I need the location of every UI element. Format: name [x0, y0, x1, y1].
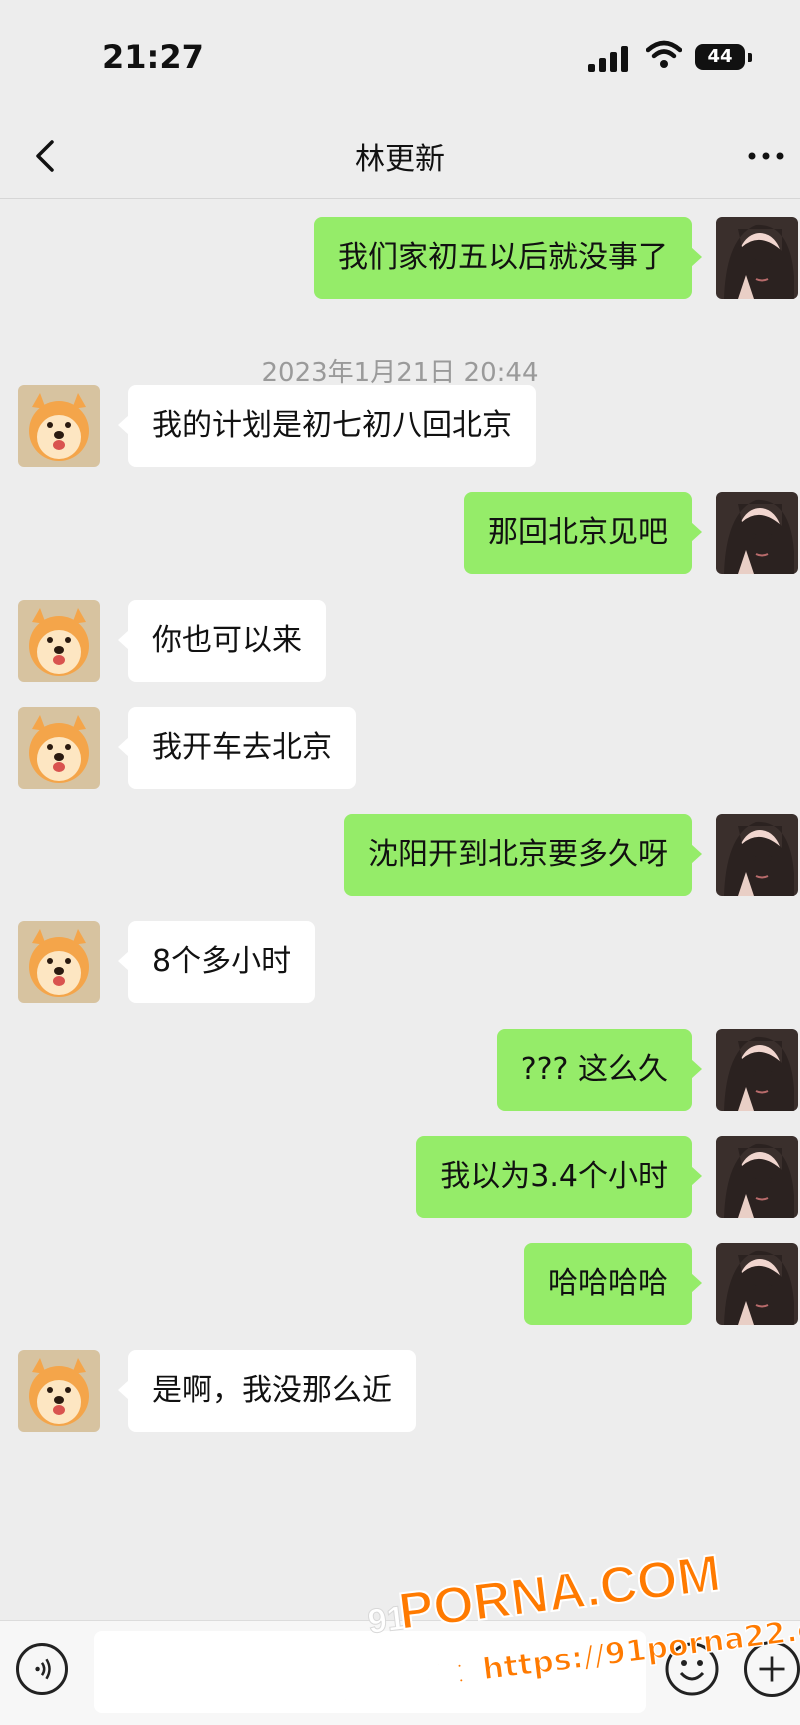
cellular-signal-icon [588, 46, 632, 72]
wifi-icon [646, 40, 682, 68]
contact-avatar[interactable] [18, 1350, 100, 1432]
my-avatar[interactable] [716, 492, 798, 574]
message-bubble[interactable]: 我以为3.4个小时 [416, 1136, 702, 1218]
status-bar: 21:27 44 [0, 0, 800, 120]
my-avatar[interactable] [716, 814, 798, 896]
message-bubble[interactable]: 我的计划是初七初八回北京 [118, 385, 536, 467]
message-bubble[interactable]: 你也可以来 [118, 600, 326, 682]
message-bubble[interactable]: 我开车去北京 [118, 707, 356, 789]
message-list[interactable]: 2023年1月21日 20:44 我们家初五以后就没事了我的计划是初七初八回北京… [0, 199, 800, 1619]
contact-avatar[interactable] [18, 600, 100, 682]
chat-header: 林更新 [0, 120, 800, 199]
my-avatar[interactable] [716, 1243, 798, 1325]
contact-avatar[interactable] [18, 921, 100, 1003]
plus-icon[interactable] [744, 1641, 800, 1697]
message-bubble[interactable]: ??? 这么久 [496, 1029, 703, 1111]
battery-tip [748, 53, 752, 62]
contact-avatar[interactable] [18, 707, 100, 789]
input-bar [0, 1620, 800, 1725]
emoji-icon[interactable] [664, 1641, 720, 1697]
message-bubble[interactable]: 我们家初五以后就没事了 [314, 217, 702, 299]
my-avatar[interactable] [716, 1029, 798, 1111]
my-avatar[interactable] [716, 1136, 798, 1218]
status-time: 21:27 [102, 38, 204, 76]
message-timestamp: 2023年1月21日 20:44 [261, 358, 539, 388]
chat-title: 林更新 [355, 142, 445, 177]
voice-input-icon[interactable] [16, 1643, 68, 1695]
message-bubble[interactable]: 是啊，我没那么近 [118, 1350, 416, 1432]
my-avatar[interactable] [716, 217, 798, 299]
message-bubble[interactable]: 哈哈哈哈 [524, 1243, 702, 1325]
message-bubble[interactable]: 那回北京见吧 [464, 492, 702, 574]
message-bubble[interactable]: 沈阳开到北京要多久呀 [344, 814, 702, 896]
more-options-icon[interactable] [746, 144, 786, 168]
contact-avatar[interactable] [18, 385, 100, 467]
battery-icon: 44 [695, 44, 745, 70]
message-input[interactable] [94, 1631, 646, 1713]
message-bubble[interactable]: 8个多小时 [117, 921, 316, 1003]
